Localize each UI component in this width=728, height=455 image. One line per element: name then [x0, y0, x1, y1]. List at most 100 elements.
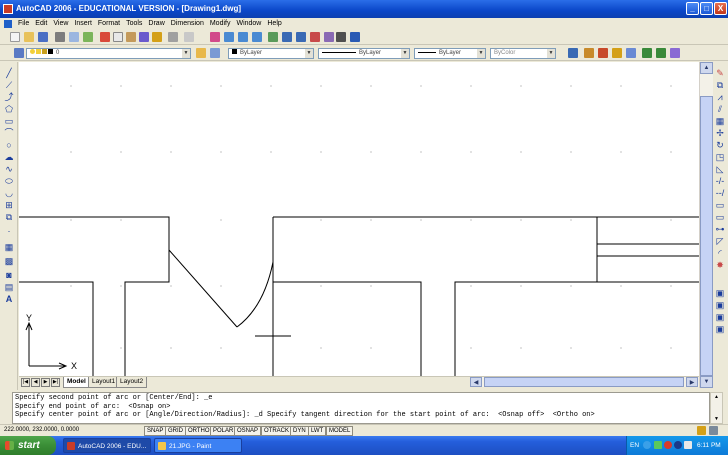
- cut-icon[interactable]: [100, 32, 110, 42]
- point-icon[interactable]: ·: [4, 226, 14, 236]
- mirror-icon[interactable]: ⩘: [715, 92, 725, 102]
- scroll-left-icon[interactable]: ◀: [470, 377, 482, 387]
- region-icon[interactable]: ◙: [4, 270, 14, 280]
- tab-layout2[interactable]: Layout2: [116, 377, 148, 388]
- color-dropdown[interactable]: ByLayer ▼: [228, 48, 314, 59]
- pan-icon[interactable]: [210, 32, 220, 42]
- chevron-down-icon[interactable]: ▼: [305, 49, 313, 58]
- scroll-thumb[interactable]: [700, 96, 713, 376]
- autocad-app-icon[interactable]: [3, 4, 13, 14]
- gradient-icon[interactable]: ▩: [4, 256, 14, 266]
- rectangle-icon[interactable]: ▭: [4, 116, 14, 126]
- zoom-window-icon[interactable]: [238, 32, 248, 42]
- copy-icon[interactable]: [113, 32, 123, 42]
- offset-icon[interactable]: ⫽: [715, 104, 725, 114]
- publish-icon[interactable]: [83, 32, 93, 42]
- tray-app-icon[interactable]: [654, 441, 662, 449]
- calculator-icon[interactable]: [336, 32, 346, 42]
- hatch-icon[interactable]: ▦: [4, 242, 14, 252]
- erase-icon[interactable]: ✎: [715, 68, 725, 78]
- chevron-down-icon[interactable]: ▼: [477, 49, 485, 58]
- multiline-style-icon[interactable]: [626, 48, 636, 58]
- scroll-up-icon[interactable]: ▲: [700, 62, 713, 74]
- layer-manager-icon[interactable]: [14, 48, 24, 58]
- menu-edit[interactable]: Edit: [32, 20, 50, 27]
- linetype-dropdown[interactable]: ByLayer ▼: [318, 48, 410, 59]
- menu-dimension[interactable]: Dimension: [168, 20, 207, 27]
- polyline-icon[interactable]: ⤴: [4, 92, 14, 102]
- insert-block-icon[interactable]: ⊞: [4, 200, 14, 210]
- chevron-down-icon[interactable]: ▼: [401, 49, 409, 58]
- document-icon[interactable]: [4, 19, 12, 28]
- sheet-set-icon[interactable]: [310, 32, 320, 42]
- lwt-toggle[interactable]: LWT: [308, 426, 327, 436]
- markup-icon[interactable]: [324, 32, 334, 42]
- layouts-icon[interactable]: [568, 48, 578, 58]
- dyn-toggle[interactable]: DYN: [290, 426, 309, 436]
- plotstyle-dropdown[interactable]: ByColor ▼: [490, 48, 556, 59]
- materials-icon[interactable]: [670, 48, 680, 58]
- revision-cloud-icon[interactable]: ☁: [4, 152, 14, 162]
- move-icon[interactable]: ✢: [715, 128, 725, 138]
- menu-view[interactable]: View: [50, 20, 71, 27]
- layer-previous-icon[interactable]: [210, 48, 220, 58]
- open-icon[interactable]: [24, 32, 34, 42]
- bring-above-icon[interactable]: ▣: [715, 300, 725, 310]
- snap-toggle[interactable]: SNAP: [144, 426, 167, 436]
- copy-object-icon[interactable]: ⧉: [715, 80, 725, 90]
- arc-icon[interactable]: ⌒: [4, 128, 14, 138]
- zoom-realtime-icon[interactable]: [224, 32, 234, 42]
- scroll-up-icon[interactable]: ▲: [711, 393, 722, 401]
- paste-icon[interactable]: [126, 32, 136, 42]
- design-center-icon[interactable]: [282, 32, 292, 42]
- chevron-down-icon[interactable]: ▼: [547, 49, 555, 58]
- stretch-icon[interactable]: ◺: [715, 164, 725, 174]
- ellipse-arc-icon[interactable]: ◡: [4, 188, 14, 198]
- network-icon[interactable]: [643, 441, 651, 449]
- array-icon[interactable]: ▦: [715, 116, 725, 126]
- prev-tab-icon[interactable]: ◀: [31, 378, 40, 387]
- layer-dropdown[interactable]: 0 ▼: [26, 48, 191, 59]
- circle-icon[interactable]: ○: [4, 140, 14, 150]
- ellipse-icon[interactable]: ⬭: [4, 176, 14, 186]
- command-scrollbar[interactable]: ▲ ▼: [710, 392, 723, 424]
- language-indicator[interactable]: EN: [630, 436, 639, 455]
- next-tab-icon[interactable]: ▶: [41, 378, 50, 387]
- polar-toggle[interactable]: POLAR: [210, 426, 237, 436]
- lineweight-dropdown[interactable]: ByLayer ▼: [414, 48, 486, 59]
- communication-center-icon[interactable]: [697, 426, 706, 435]
- save-icon[interactable]: [38, 32, 48, 42]
- plot-preview-icon[interactable]: [69, 32, 79, 42]
- match-properties-icon[interactable]: [139, 32, 149, 42]
- toolbar-lock-icon[interactable]: [709, 426, 718, 435]
- make-current-layer-icon[interactable]: [196, 48, 206, 58]
- make-block-icon[interactable]: ⧉: [4, 212, 14, 222]
- extend-icon[interactable]: --/: [715, 188, 725, 198]
- construction-line-icon[interactable]: ⟋: [4, 80, 14, 90]
- break-icon[interactable]: ▭: [715, 212, 725, 222]
- bring-text-front-icon[interactable]: ▣: [715, 324, 725, 334]
- draworder-icon[interactable]: ▣: [715, 288, 725, 298]
- trim-icon[interactable]: -/-: [715, 176, 725, 186]
- clock[interactable]: 6:11 PM: [697, 436, 721, 455]
- fillet-icon[interactable]: ◜: [715, 248, 725, 258]
- grid-toggle[interactable]: GRID: [165, 426, 186, 436]
- text-style-icon[interactable]: [584, 48, 594, 58]
- messenger-icon[interactable]: [674, 441, 682, 449]
- volume-icon[interactable]: [684, 441, 692, 449]
- shade-icon[interactable]: [656, 48, 666, 58]
- properties-icon[interactable]: [268, 32, 278, 42]
- dim-style-icon[interactable]: [598, 48, 608, 58]
- render-icon[interactable]: [642, 48, 652, 58]
- new-icon[interactable]: [10, 32, 20, 42]
- redo-icon[interactable]: [184, 32, 194, 42]
- close-button[interactable]: X: [714, 2, 727, 15]
- tool-palettes-icon[interactable]: [296, 32, 306, 42]
- line-icon[interactable]: ╱: [4, 68, 14, 78]
- start-button[interactable]: start: [0, 436, 56, 455]
- antivirus-icon[interactable]: [664, 441, 672, 449]
- menu-file[interactable]: File: [15, 20, 32, 27]
- scroll-right-icon[interactable]: ▶: [686, 377, 698, 387]
- ortho-toggle[interactable]: ORTHO: [185, 426, 213, 436]
- break-at-point-icon[interactable]: ▭: [715, 200, 725, 210]
